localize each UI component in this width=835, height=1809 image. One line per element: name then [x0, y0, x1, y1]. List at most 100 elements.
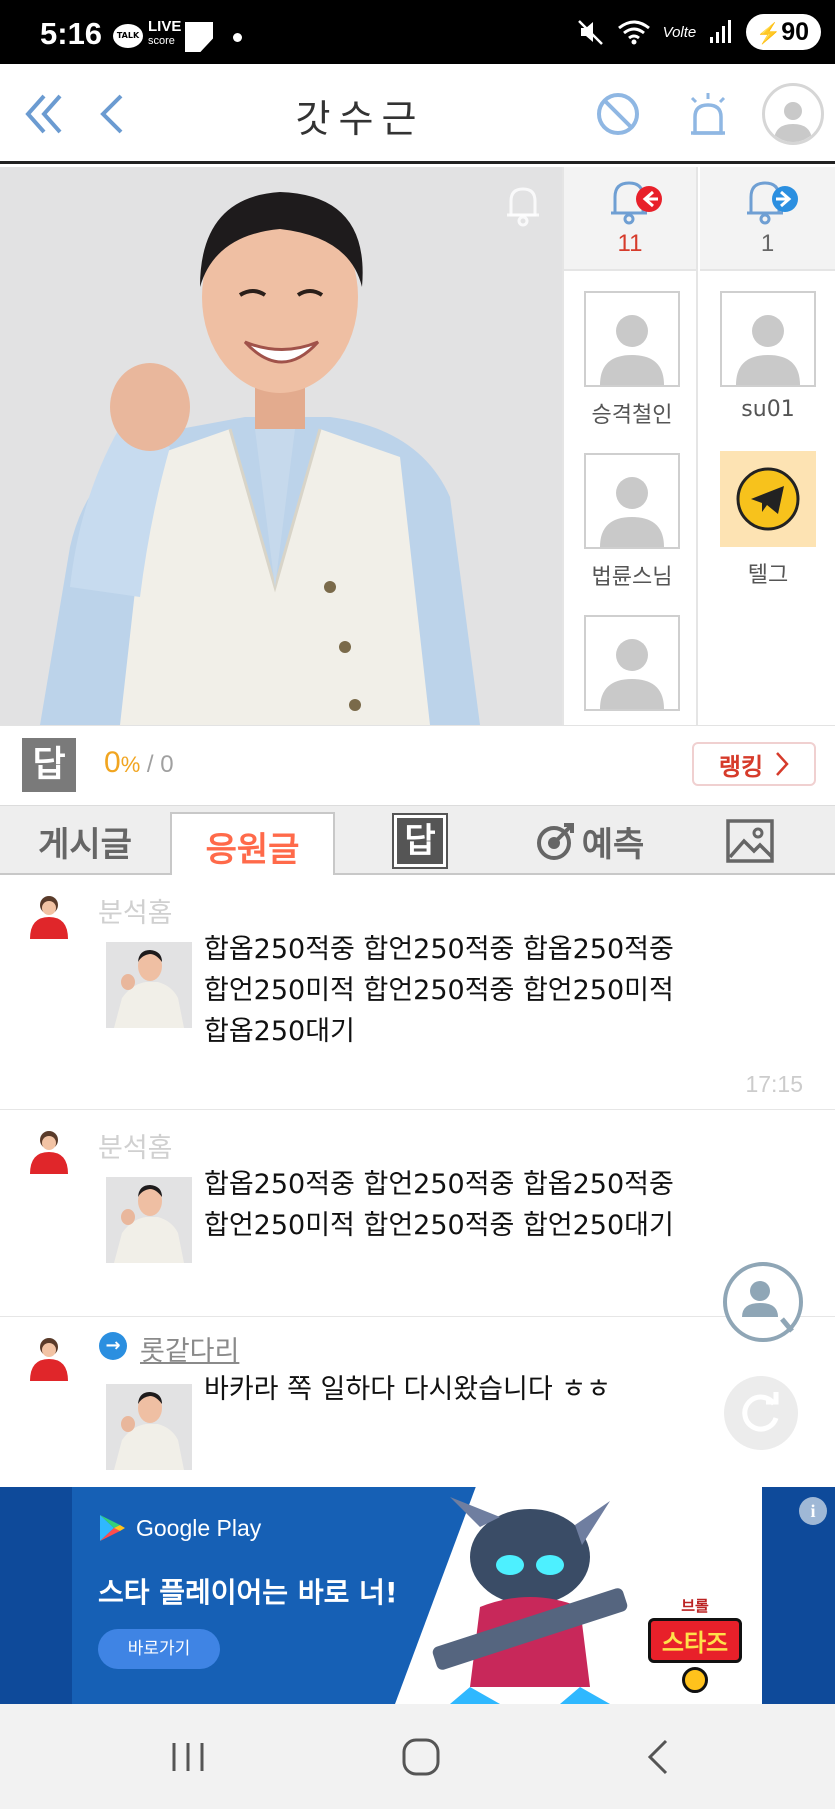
sent-count-box[interactable]: 1: [700, 167, 835, 271]
received-column: 11 승격철인 법륜스님: [562, 167, 698, 725]
percent-sign: %: [120, 752, 141, 777]
report-button[interactable]: [676, 82, 740, 146]
refresh-icon: [742, 1392, 779, 1432]
post-body: 바카라 쪽 일하다 다시왔습니다 ㅎㅎ: [204, 1369, 724, 1410]
answer-rate-text: 0% / 0: [104, 746, 174, 780]
user-avatar: [584, 291, 680, 387]
post-thumbnail-illustration: [106, 1177, 192, 1263]
post-thumbnail[interactable]: [106, 1384, 192, 1470]
app-root: 5:16 TALK LIVE score Volte ⚡90 갓수근 11 승격…: [0, 0, 835, 1809]
battery-level: 90: [781, 18, 809, 46]
status-bar: 5:16 TALK LIVE score Volte ⚡90: [0, 0, 835, 64]
post-thumbnail-illustration: [106, 1384, 192, 1470]
photo-bell-button[interactable]: [503, 181, 543, 231]
tab-answers[interactable]: 답: [360, 806, 480, 876]
sent-column: 1 su01 텔그: [700, 167, 835, 725]
list-item[interactable]: 분석홈 합옵250적중 합언250적중 합옵250적중 합언250미적 합언25…: [0, 1110, 835, 1317]
my-profile-button[interactable]: [759, 80, 827, 148]
post-line: 합옵250적중 합언250적중 합옵250적중: [204, 934, 674, 965]
author-avatar: [30, 896, 68, 939]
siren-icon: [690, 93, 726, 135]
system-nav-bar: [0, 1704, 835, 1809]
follower-card[interactable]: [584, 615, 680, 711]
sent-count: 1: [760, 230, 775, 257]
person-icon: [774, 102, 812, 142]
telegram-icon: [736, 467, 800, 531]
image-icon: [726, 819, 774, 863]
ad-headline: 스타 플레이어는 바로 너!: [98, 1576, 398, 1609]
post-line: 합언250미적 합언250적중 합언250미적: [204, 975, 674, 1006]
post-author[interactable]: 분석홈: [98, 1126, 173, 1165]
user-avatar: [720, 291, 816, 387]
live-label: LIVE: [148, 18, 182, 35]
page-title: 갓수근: [295, 97, 425, 141]
received-count-box[interactable]: 11: [564, 167, 696, 271]
post-thumbnail[interactable]: [106, 1177, 192, 1263]
double-back-button[interactable]: [14, 82, 78, 146]
person-icon: [600, 315, 664, 385]
kakaotalk-icon: TALK: [113, 24, 143, 48]
livescore-icon: LIVE score: [148, 18, 182, 53]
follower-card[interactable]: 승격철인: [584, 291, 680, 429]
mute-icon: [577, 20, 603, 45]
tab-posts[interactable]: 게시글: [0, 806, 170, 876]
ranking-button[interactable]: 랭킹: [692, 742, 816, 786]
skull-icon: [682, 1667, 708, 1693]
list-item[interactable]: → 롯같다리 바카라 쪽 일하다 다시왔습니다 ㅎㅎ: [0, 1317, 835, 1487]
post-line: 합옵250적중 합언250적중 합옵250적중: [204, 1169, 674, 1200]
post-thumbnail[interactable]: [106, 942, 192, 1028]
back-nav-button[interactable]: [617, 1729, 697, 1785]
post-author[interactable]: 분석홈: [98, 891, 173, 930]
post-body: 합옵250적중 합언250적중 합옵250적중 합언250미적 합언250적중 …: [204, 1164, 724, 1246]
home-button[interactable]: [381, 1729, 461, 1785]
answer-rate-row: 답 0% / 0 랭킹: [0, 725, 835, 805]
tab-cheers[interactable]: 응원글: [170, 812, 335, 878]
bell-outgoing-icon: [747, 181, 798, 225]
followers-panel: 11 승격철인 법륜스님 1 su01 텔그: [562, 167, 835, 725]
profile-section: 11 승격철인 법륜스님 1 su01 텔그: [0, 167, 835, 725]
tab-predict[interactable]: 예측: [520, 806, 660, 876]
telegram-card[interactable]: 텔그: [720, 451, 816, 589]
post-line: 합언250미적 합언250적중 합언250대기: [204, 1210, 674, 1241]
person-icon: [736, 315, 800, 385]
ad-info-icon[interactable]: i: [799, 1497, 827, 1525]
back-button[interactable]: [80, 82, 144, 146]
wifi-icon: [617, 20, 650, 45]
charging-icon: ⚡: [756, 23, 782, 45]
profile-photo: [0, 167, 562, 725]
score-label: score: [148, 35, 175, 47]
ad-store-name: Google Play: [136, 1514, 262, 1541]
author-avatar: [30, 1131, 68, 1174]
post-author[interactable]: 롯같다리: [140, 1329, 239, 1368]
tab-gallery[interactable]: [700, 806, 800, 876]
block-icon: [597, 93, 639, 135]
telegram-avatar: [720, 451, 816, 547]
answer-rate-total: / 0: [140, 751, 174, 778]
refresh-button[interactable]: [724, 1376, 798, 1450]
ad-store-label: Google Play: [98, 1513, 261, 1543]
volte-indicator: Volte: [662, 23, 697, 41]
answer-rate-value: 0: [104, 746, 121, 779]
person-icon: [600, 477, 664, 547]
recents-button[interactable]: [148, 1729, 228, 1785]
status-right-group: Volte ⚡90: [577, 14, 821, 50]
following-card[interactable]: su01: [720, 291, 816, 422]
block-button[interactable]: [586, 82, 650, 146]
google-play-icon: [100, 1515, 125, 1541]
user-search-button[interactable]: [723, 1262, 803, 1342]
home-icon: [402, 1738, 440, 1776]
ad-banner[interactable]: Google Play 스타 플레이어는 바로 너! 바로가기 브롤 스타즈 i: [0, 1487, 835, 1704]
list-item[interactable]: 분석홈 합옵250적중 합언250적중 합옵250적중 합언250미적 합언25…: [0, 875, 835, 1110]
status-time: 5:16: [40, 16, 103, 51]
double-chevron-left-icon: [25, 94, 62, 134]
author-avatar: [30, 1338, 68, 1381]
signal-icon: [710, 20, 732, 43]
follower-card[interactable]: 법륜스님: [584, 453, 680, 591]
post-line: 바카라 쪽 일하다 다시왔습니다 ㅎㅎ: [204, 1374, 611, 1405]
ad-cta-button[interactable]: 바로가기: [98, 1629, 220, 1669]
profile-photo-illustration: [0, 167, 562, 725]
person-icon: [600, 639, 664, 709]
target-icon: [536, 823, 574, 860]
user-avatar: [584, 453, 680, 549]
cheer-feed: 분석홈 합옵250적중 합언250적중 합옵250적중 합언250미적 합언25…: [0, 875, 835, 1487]
